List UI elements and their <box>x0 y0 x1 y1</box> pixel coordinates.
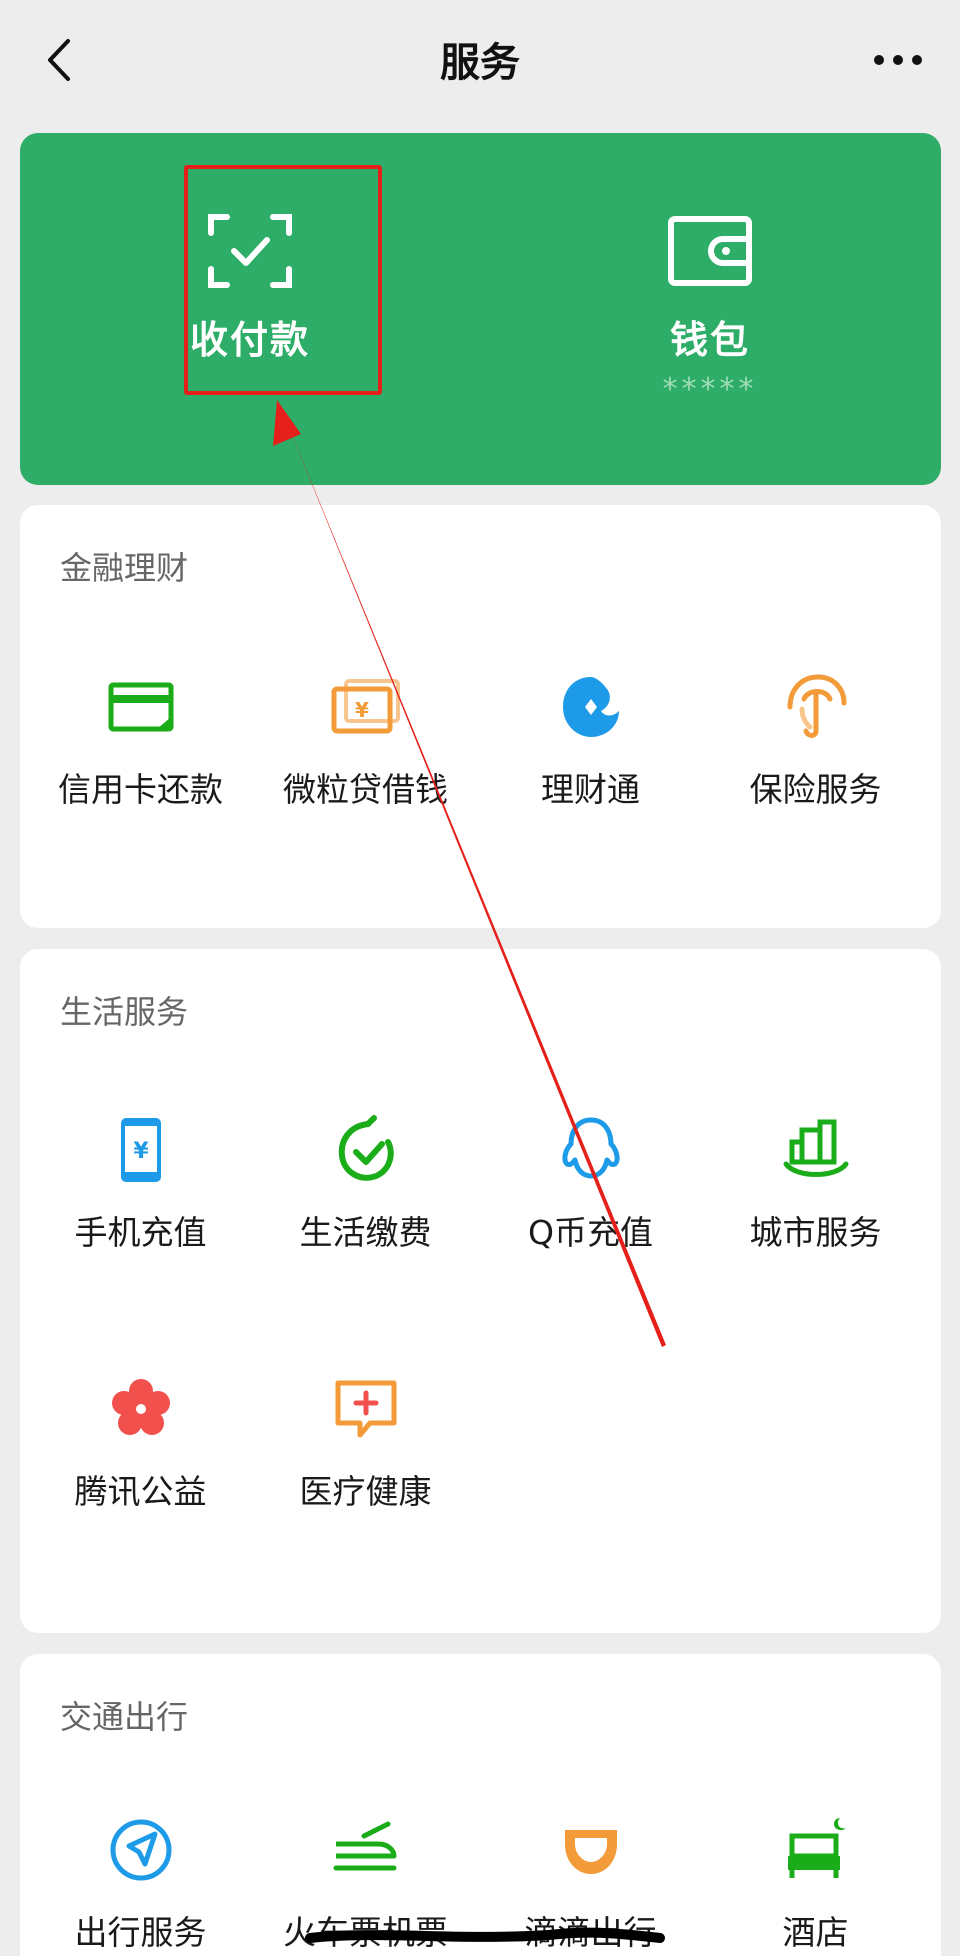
tile-label: Q币充值 <box>528 1213 653 1252</box>
section-life: 生活服务 ¥ 手机充值 生活缴费 Q币充值 城市服务 腾讯公益 医疗健康 <box>20 949 941 1633</box>
tile-label: 火车票机票 <box>283 1913 448 1952</box>
tile-city-services[interactable]: 城市服务 <box>703 1114 928 1294</box>
tile-licaitong[interactable]: 理财通 <box>478 671 703 851</box>
tile-utility-bills[interactable]: 生活缴费 <box>253 1114 478 1294</box>
qq-penguin-icon <box>561 1117 620 1179</box>
tile-label: 医疗健康 <box>299 1472 432 1511</box>
tile-label: 出行服务 <box>74 1913 207 1952</box>
pay-receive-label: 收付款 <box>189 318 310 362</box>
tile-label: 腾讯公益 <box>74 1472 207 1511</box>
banknote-icon: ¥ <box>331 679 400 734</box>
svg-text:¥: ¥ <box>133 1139 149 1164</box>
tile-label: 滴滴出行 <box>524 1913 657 1952</box>
credit-card-icon <box>108 682 173 732</box>
tile-qcoin-topup[interactable]: Q币充值 <box>478 1114 703 1294</box>
tile-phone-topup[interactable]: ¥ 手机充值 <box>28 1114 253 1294</box>
flower-icon <box>111 1379 170 1435</box>
medical-chat-icon <box>335 1380 396 1438</box>
tile-didi[interactable]: 滴滴出行 <box>478 1814 703 1956</box>
train-plane-icon <box>333 1821 396 1871</box>
more-dots-icon <box>874 55 922 65</box>
section-title-finance: 金融理财 <box>60 549 189 587</box>
tile-label: 信用卡还款 <box>58 770 223 809</box>
pay-receive-button[interactable]: 收付款 <box>20 133 480 485</box>
section-finance: 金融理财 信用卡还款 ¥ 微粒贷借钱 理财通 保险服务 <box>20 505 941 928</box>
payment-hero-card: 收付款 钱包 ***** <box>20 133 941 485</box>
wallet-balance-masked: ***** <box>662 372 758 407</box>
tile-label: 手机充值 <box>74 1213 207 1252</box>
section-transport: 交通出行 出行服务 火车票机票 滴滴出行 酒店 <box>20 1654 941 1956</box>
svg-text:¥: ¥ <box>355 698 369 722</box>
phone-yuan-icon: ¥ <box>120 1118 161 1182</box>
tile-label: 城市服务 <box>749 1213 882 1252</box>
section-title-transport: 交通出行 <box>60 1698 189 1736</box>
tile-travel-services[interactable]: 出行服务 <box>28 1814 253 1956</box>
more-button[interactable] <box>866 36 930 84</box>
wallet-label: 钱包 <box>669 318 750 362</box>
tile-tencent-charity[interactable]: 腾讯公益 <box>28 1373 253 1553</box>
licaitong-icon <box>562 677 619 737</box>
compass-send-icon <box>110 1819 171 1881</box>
tile-hotel[interactable]: 酒店 <box>703 1814 928 1956</box>
tile-label: 生活缴费 <box>299 1213 432 1252</box>
scan-check-icon <box>208 214 292 288</box>
section-title-life: 生活服务 <box>60 993 189 1031</box>
nav-bar: 服务 <box>0 0 960 120</box>
tile-label: 微粒贷借钱 <box>283 770 448 809</box>
check-circle-icon <box>338 1115 394 1181</box>
tile-label: 酒店 <box>782 1913 849 1952</box>
wallet-icon <box>668 216 752 286</box>
hotel-bed-icon <box>787 1818 846 1878</box>
tile-weilidai-loan[interactable]: ¥ 微粒贷借钱 <box>253 671 478 851</box>
page-title: 服务 <box>440 40 520 86</box>
tile-train-flight-tickets[interactable]: 火车票机票 <box>253 1814 478 1956</box>
didi-icon <box>564 1830 617 1874</box>
umbrella-icon <box>787 674 846 738</box>
tile-insurance[interactable]: 保险服务 <box>703 671 928 851</box>
tile-credit-card-repay[interactable]: 信用卡还款 <box>28 671 253 851</box>
tile-label: 理财通 <box>541 770 640 809</box>
wallet-button[interactable]: 钱包 ***** <box>480 133 940 485</box>
city-buildings-icon <box>783 1119 848 1177</box>
tile-label: 保险服务 <box>749 770 882 809</box>
tile-healthcare[interactable]: 医疗健康 <box>253 1373 478 1553</box>
